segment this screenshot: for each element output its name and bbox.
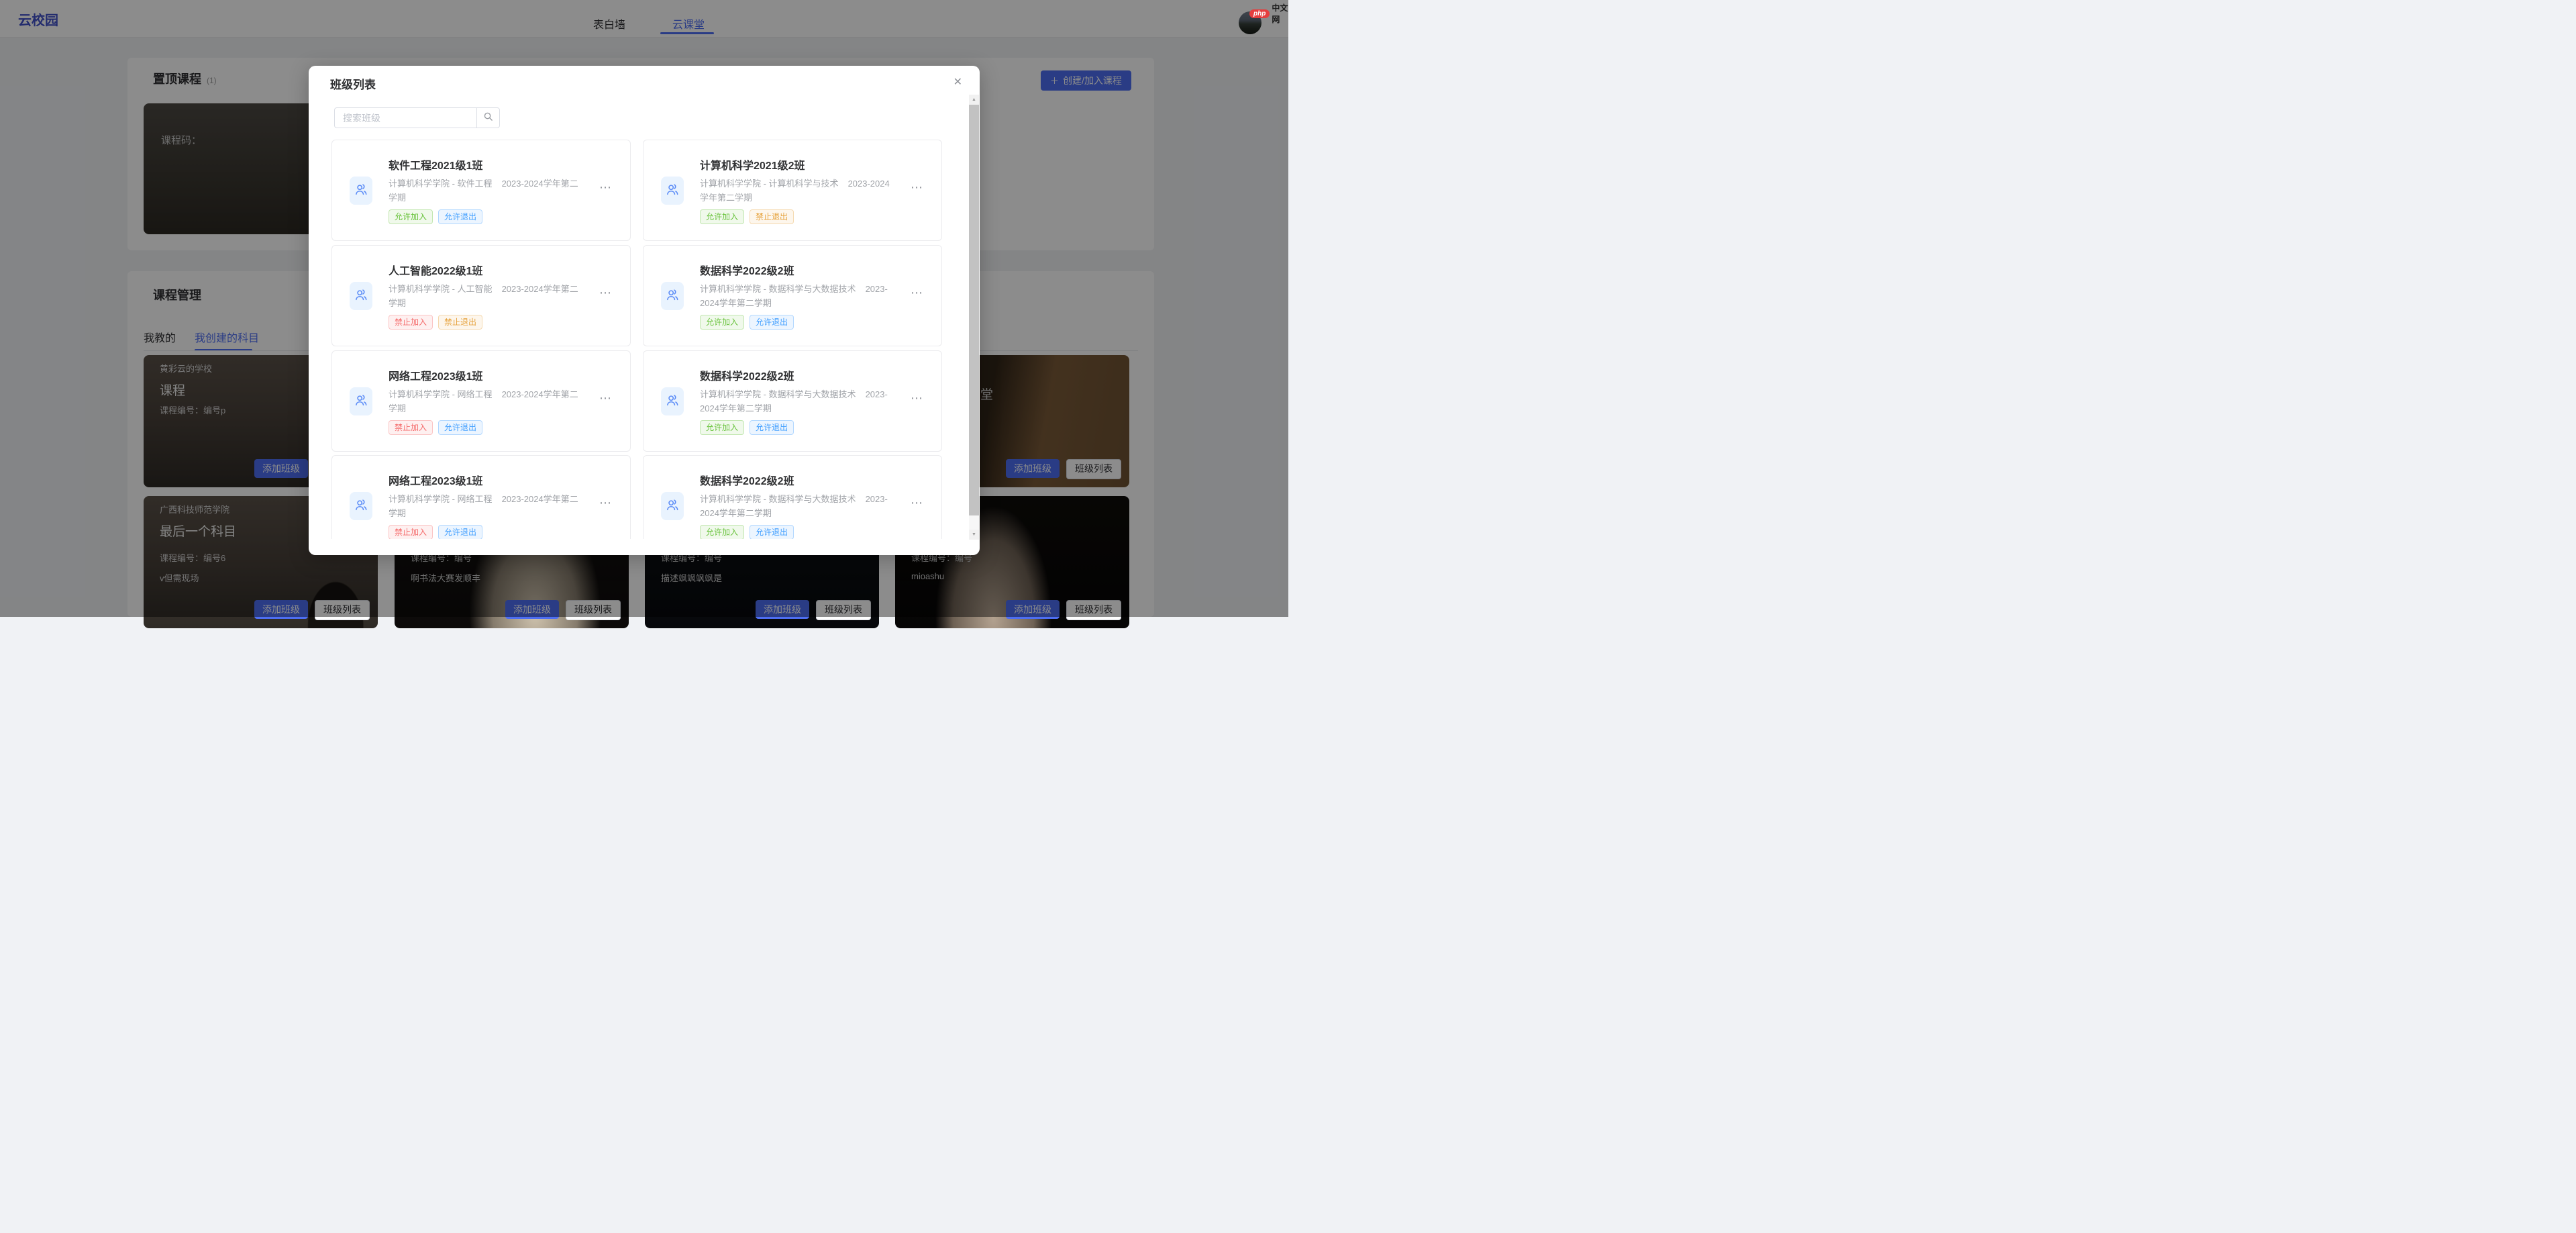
class-dept: 计算机科学学院 - 计算机科学与技术 [700,179,839,189]
class-meta: 计算机科学学院 - 网络工程2023-2024学年第二学期 [389,387,586,415]
modal-title: 班级列表 [330,75,376,92]
status-badge: 允许加入 [700,315,744,330]
class-avatar [661,282,684,310]
users-icon [354,497,368,515]
class-dept: 计算机科学学院 - 软件工程 [389,179,493,189]
users-icon [665,393,680,411]
class-meta: 计算机科学学院 - 软件工程2023-2024学年第二学期 [389,177,586,205]
class-tags: 禁止加入 允许退出 [389,525,482,539]
more-actions-icon[interactable]: ⋯ [911,496,924,510]
users-icon [354,393,368,411]
close-icon[interactable]: ✕ [954,75,962,89]
class-meta: 计算机科学学院 - 数据科学与大数据技术2023-2024学年第二学期 [700,282,897,310]
status-badge: 允许退出 [750,420,794,435]
site-watermark: php 中文网 [1249,2,1288,25]
status-badge: 禁止加入 [389,525,433,539]
scrollbar-thumb[interactable] [969,105,979,515]
class-tags: 允许加入 允许退出 [700,315,794,330]
class-card[interactable]: 数据科学2022级2班 计算机科学学院 - 数据科学与大数据技术2023-202… [643,245,942,346]
status-badge: 允许退出 [750,315,794,330]
class-tags: 允许加入 允许退出 [700,525,794,539]
users-icon [354,182,368,200]
class-meta: 计算机科学学院 - 数据科学与大数据技术2023-2024学年第二学期 [700,492,897,520]
more-actions-icon[interactable]: ⋯ [599,496,613,510]
class-card[interactable]: 软件工程2021级1班 计算机科学学院 - 软件工程2023-2024学年第二学… [331,140,631,241]
more-actions-icon[interactable]: ⋯ [911,181,924,195]
class-avatar [350,282,372,310]
more-actions-icon[interactable]: ⋯ [911,391,924,405]
class-name: 软件工程2021级1班 [389,156,483,172]
class-card[interactable]: 数据科学2022级2班 计算机科学学院 - 数据科学与大数据技术2023-202… [643,350,942,452]
search-icon [483,111,493,125]
status-badge: 允许退出 [438,420,482,435]
status-badge: 禁止加入 [389,420,433,435]
class-dept: 计算机科学学院 - 网络工程 [389,494,493,504]
class-name: 数据科学2022级2班 [700,472,794,488]
class-card[interactable]: 人工智能2022级1班 计算机科学学院 - 人工智能2023-2024学年第二学… [331,245,631,346]
search-button[interactable] [476,107,500,128]
class-name: 网络工程2023级1班 [389,367,483,383]
class-avatar [350,492,372,520]
php-badge: php [1249,9,1270,18]
users-icon [665,497,680,515]
class-dept: 计算机科学学院 - 数据科学与大数据技术 [700,284,856,294]
status-badge: 允许加入 [700,209,744,224]
status-badge: 允许退出 [438,209,482,224]
class-tags: 允许加入 禁止退出 [700,209,794,224]
more-actions-icon[interactable]: ⋯ [911,286,924,300]
search-bar [334,107,500,128]
class-dept: 计算机科学学院 - 网络工程 [389,389,493,399]
status-badge: 禁止退出 [438,315,482,330]
class-list-modal: 班级列表 ✕ 软件工程2021级1班 计算机科学学院 - 软件工程2023-20… [309,66,980,555]
class-dept: 计算机科学学院 - 数据科学与大数据技术 [700,389,856,399]
search-input[interactable] [334,107,476,128]
modal-body: 软件工程2021级1班 计算机科学学院 - 软件工程2023-2024学年第二学… [309,94,969,539]
class-dept: 计算机科学学院 - 数据科学与大数据技术 [700,494,856,504]
class-card[interactable]: 计算机科学2021级2班 计算机科学学院 - 计算机科学与技术2023-2024… [643,140,942,241]
status-badge: 允许加入 [389,209,433,224]
class-tags: 允许加入 允许退出 [389,209,482,224]
status-badge: 允许退出 [438,525,482,539]
status-badge: 禁止退出 [750,209,794,224]
scroll-down-icon[interactable]: ▼ [969,530,979,540]
class-avatar [350,177,372,205]
class-dept: 计算机科学学院 - 人工智能 [389,284,493,294]
class-card[interactable]: 网络工程2023级1班 计算机科学学院 - 网络工程2023-2024学年第二学… [331,350,631,452]
class-tags: 禁止加入 允许退出 [389,420,482,435]
status-badge: 允许加入 [700,420,744,435]
class-tags: 禁止加入 禁止退出 [389,315,482,330]
class-meta: 计算机科学学院 - 网络工程2023-2024学年第二学期 [389,492,586,520]
class-meta: 计算机科学学院 - 数据科学与大数据技术2023-2024学年第二学期 [700,387,897,415]
more-actions-icon[interactable]: ⋯ [599,286,613,300]
class-meta: 计算机科学学院 - 人工智能2023-2024学年第二学期 [389,282,586,310]
class-tags: 允许加入 允许退出 [700,420,794,435]
class-card[interactable]: 网络工程2023级1班 计算机科学学院 - 网络工程2023-2024学年第二学… [331,455,631,539]
class-meta: 计算机科学学院 - 计算机科学与技术2023-2024学年第二学期 [700,177,897,205]
class-avatar [661,177,684,205]
class-avatar [661,492,684,520]
more-actions-icon[interactable]: ⋯ [599,391,613,405]
class-name: 计算机科学2021级2班 [700,156,805,172]
class-name: 数据科学2022级2班 [700,367,794,383]
status-badge: 允许加入 [700,525,744,539]
users-icon [354,287,368,305]
status-badge: 允许退出 [750,525,794,539]
watermark-site-text: 中文网 [1272,2,1288,25]
status-badge: 禁止加入 [389,315,433,330]
class-avatar [350,387,372,415]
users-icon [665,182,680,200]
more-actions-icon[interactable]: ⋯ [599,181,613,195]
class-avatar [661,387,684,415]
users-icon [665,287,680,305]
class-card[interactable]: 数据科学2022级2班 计算机科学学院 - 数据科学与大数据技术2023-202… [643,455,942,539]
scroll-up-icon[interactable]: ▲ [969,95,979,105]
class-name: 人工智能2022级1班 [389,262,483,278]
class-name: 数据科学2022级2班 [700,262,794,278]
modal-scrollbar[interactable]: ▲ ▼ [969,95,979,540]
class-name: 网络工程2023级1班 [389,472,483,488]
